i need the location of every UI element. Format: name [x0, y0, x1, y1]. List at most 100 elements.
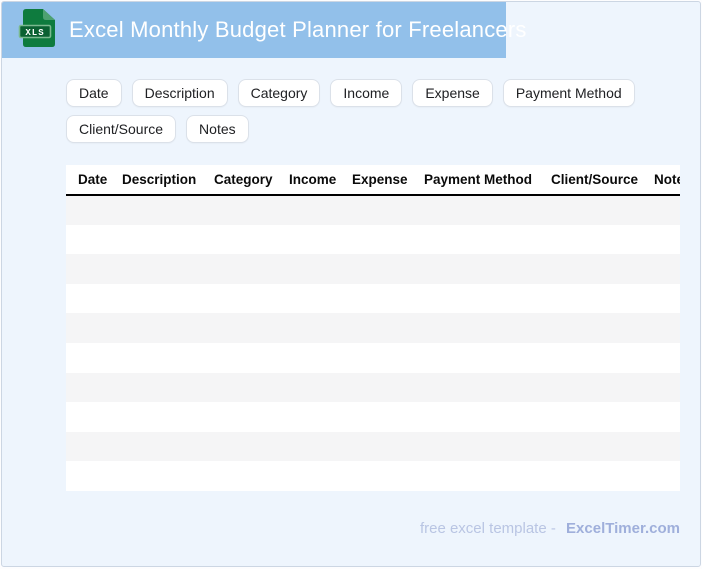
- column-header: Client/Source: [539, 165, 642, 196]
- table-row: [66, 342, 680, 373]
- table-cell: [277, 195, 340, 225]
- table-cell: [277, 343, 340, 373]
- table-cell: [110, 461, 202, 491]
- table-cell: [202, 373, 277, 403]
- table-cell: [539, 373, 642, 403]
- table-body: [66, 195, 680, 491]
- column-header: Description: [110, 165, 202, 196]
- budget-table: Date Description Category Income Expense Paym…: [66, 165, 680, 491]
- column-header: Expense: [340, 165, 412, 196]
- footer-brand-link[interactable]: ExcelTimer.com: [566, 520, 680, 537]
- chip-date[interactable]: Date: [66, 79, 122, 107]
- table-cell: [642, 343, 680, 373]
- table-cell: [340, 225, 412, 255]
- table-cell: [340, 284, 412, 314]
- column-header: Category: [202, 165, 277, 196]
- table-header-row: Date Description Category Income Expense Paym…: [66, 165, 680, 196]
- table-cell: [539, 432, 642, 462]
- table-cell: [66, 284, 110, 314]
- footer: free excel template - ExcelTimer.com: [66, 519, 680, 539]
- table-cell: [66, 343, 110, 373]
- chip-client-source[interactable]: Client/Source: [66, 115, 177, 143]
- table-cell: [110, 313, 202, 343]
- page-card: XLS Excel Monthly Budget Planner for Fre…: [1, 1, 701, 567]
- table-cell: [539, 254, 642, 284]
- table-cell: [202, 225, 277, 255]
- footer-tagline: free excel template -: [419, 519, 556, 537]
- table-cell: [110, 373, 202, 403]
- table-cell: [277, 313, 340, 343]
- table-cell: [539, 225, 642, 255]
- table-row: [66, 431, 680, 462]
- table-row: [66, 254, 680, 284]
- table-cell: [66, 402, 110, 432]
- chip-expense[interactable]: Expense: [412, 79, 493, 107]
- table-cell: [412, 343, 539, 373]
- table-cell: [340, 343, 412, 373]
- chip-payment-method[interactable]: Payment Method: [502, 79, 635, 107]
- table-cell: [642, 373, 680, 403]
- table-cell: [412, 402, 539, 432]
- table-cell: [642, 432, 680, 462]
- table-cell: [642, 195, 680, 225]
- table-cell: [539, 313, 642, 343]
- page-title: Excel Monthly Budget Planner for Freelan…: [69, 17, 527, 42]
- table-cell: [412, 225, 539, 255]
- table-cell: [66, 225, 110, 255]
- table-cell: [110, 432, 202, 462]
- table-row: [66, 283, 680, 314]
- table-cell: [110, 254, 202, 284]
- table-row: [66, 195, 680, 225]
- table-cell: [110, 225, 202, 255]
- table-cell: [340, 373, 412, 403]
- chip-category[interactable]: Category: [237, 79, 321, 107]
- xls-file-icon: XLS: [17, 6, 61, 55]
- table-cell: [110, 284, 202, 314]
- table-cell: [277, 373, 340, 403]
- table-cell: [66, 373, 110, 403]
- table-cell: [340, 402, 412, 432]
- table-cell: [340, 254, 412, 284]
- table-cell: [412, 254, 539, 284]
- table-cell: [202, 313, 277, 343]
- table-cell: [340, 461, 412, 491]
- table-cell: [202, 284, 277, 314]
- table-row: [66, 224, 680, 255]
- budget-table-container: Date Description Category Income Expense Paym…: [66, 165, 680, 491]
- table-cell: [66, 254, 110, 284]
- column-header: Payment Method: [412, 165, 539, 196]
- table-cell: [412, 461, 539, 491]
- table-row: [66, 461, 680, 491]
- column-chip-list: Date Description Category Income Expense…: [66, 79, 680, 143]
- table-cell: [202, 402, 277, 432]
- table-cell: [277, 254, 340, 284]
- table-cell: [110, 195, 202, 225]
- table-cell: [642, 402, 680, 432]
- table-row: [66, 313, 680, 343]
- table-cell: [110, 343, 202, 373]
- table-cell: [277, 461, 340, 491]
- table-cell: [66, 461, 110, 491]
- table-cell: [202, 195, 277, 225]
- table-cell: [340, 195, 412, 225]
- table-row: [66, 402, 680, 432]
- table-cell: [412, 284, 539, 314]
- table-cell: [202, 432, 277, 462]
- table-cell: [642, 254, 680, 284]
- chip-description[interactable]: Description: [131, 79, 228, 107]
- table-cell: [202, 461, 277, 491]
- table-cell: [412, 313, 539, 343]
- table-cell: [66, 313, 110, 343]
- table-cell: [642, 284, 680, 314]
- chip-income[interactable]: Income: [330, 79, 403, 107]
- table-cell: [539, 343, 642, 373]
- table-cell: [277, 284, 340, 314]
- table-cell: [340, 313, 412, 343]
- table-cell: [340, 432, 412, 462]
- column-header: Notes: [642, 165, 680, 196]
- table-cell: [277, 432, 340, 462]
- table-cell: [66, 432, 110, 462]
- table-cell: [277, 225, 340, 255]
- table-cell: [277, 402, 340, 432]
- chip-notes[interactable]: Notes: [186, 115, 249, 143]
